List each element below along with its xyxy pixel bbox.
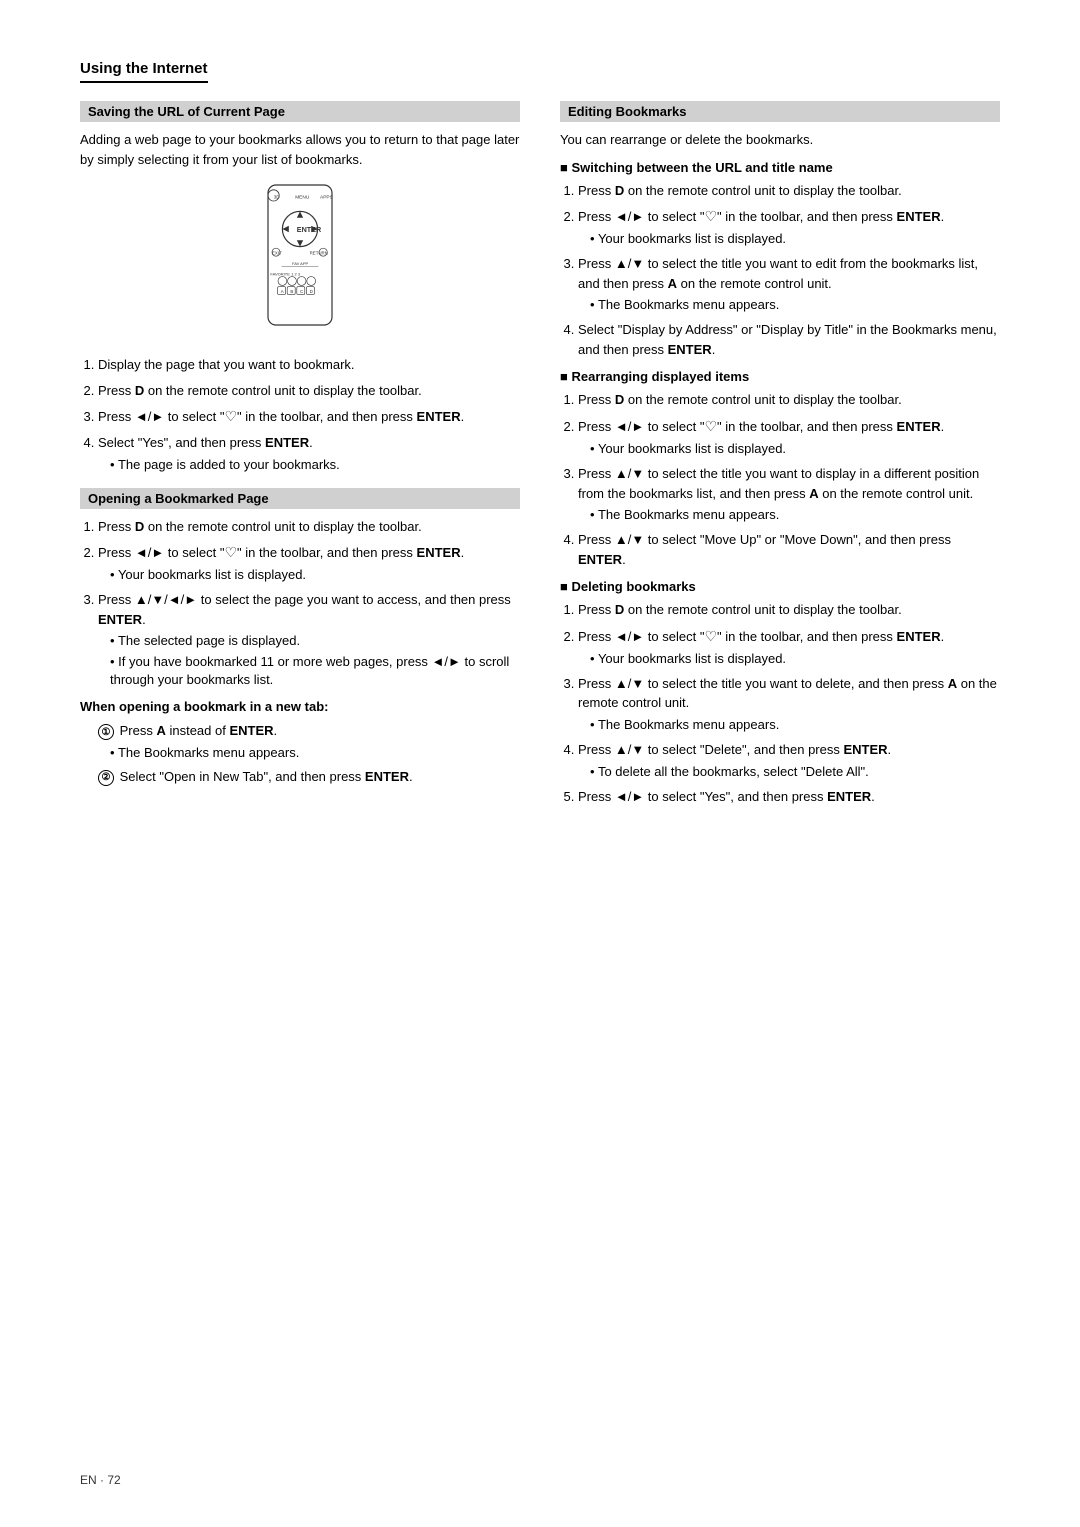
deleting-step-5: Press ◄/► to select "Yes", and then pres… <box>578 787 1000 807</box>
saving-step-1: Display the page that you want to bookma… <box>98 355 520 375</box>
svg-text:B: B <box>290 289 293 294</box>
deleting-step3-bullet1: The Bookmarks menu appears. <box>590 716 1000 734</box>
when-opening-block: When opening a bookmark in a new tab: ① … <box>80 697 520 787</box>
rearranging-step-3: Press ▲/▼ to select the title you want t… <box>578 464 1000 524</box>
switching-step-4: Select "Display by Address" or "Display … <box>578 320 1000 359</box>
opening-step-1: Press D on the remote control unit to di… <box>98 517 520 537</box>
opening-step-2: Press ◄/► to select "♡" in the toolbar, … <box>98 542 520 584</box>
rearranging-step3-bullets: The Bookmarks menu appears. <box>578 506 1000 524</box>
svg-text:FAVORITE: FAVORITE <box>270 271 290 276</box>
opening-step3-bullet1: The selected page is displayed. <box>110 632 520 650</box>
deleting-step-2: Press ◄/► to select "♡" in the toolbar, … <box>578 626 1000 668</box>
editing-section-header: Editing Bookmarks <box>560 101 1000 122</box>
svg-text:EXIT: EXIT <box>272 251 282 256</box>
when-opening-steps: ① Press A instead of ENTER. The Bookmark… <box>80 721 520 786</box>
page: Using the Internet Saving the URL of Cur… <box>0 0 1080 1527</box>
left-column: Saving the URL of Current Page Adding a … <box>80 101 520 814</box>
deleting-step-1: Press D on the remote control unit to di… <box>578 600 1000 620</box>
deleting-subsection-title: Deleting bookmarks <box>560 579 1000 594</box>
saving-section-header: Saving the URL of Current Page <box>80 101 520 122</box>
switching-step2-bullets: Your bookmarks list is displayed. <box>578 230 1000 248</box>
switching-step2-bullet1: Your bookmarks list is displayed. <box>590 230 1000 248</box>
deleting-step2-bullets: Your bookmarks list is displayed. <box>578 650 1000 668</box>
remote-svg: 3D MENU APPS ENTER EXIT RETURN <box>210 181 390 341</box>
saving-step4-bullet1: The page is added to your bookmarks. <box>110 456 520 474</box>
saving-intro: Adding a web page to your bookmarks allo… <box>80 130 520 169</box>
when-opening-title: When opening a bookmark in a new tab: <box>80 697 520 717</box>
remote-image: 3D MENU APPS ENTER EXIT RETURN <box>80 181 520 341</box>
rearranging-step3-bullet1: The Bookmarks menu appears. <box>590 506 1000 524</box>
opening-step2-bullets: Your bookmarks list is displayed. <box>98 566 520 584</box>
switching-step-3: Press ▲/▼ to select the title you want t… <box>578 254 1000 314</box>
rearranging-steps: Press D on the remote control unit to di… <box>560 390 1000 569</box>
deleting-step4-bullet1: To delete all the bookmarks, select "Del… <box>590 763 1000 781</box>
svg-text:FAV APP: FAV APP <box>292 261 308 266</box>
opening-step2-bullet1: Your bookmarks list is displayed. <box>110 566 520 584</box>
opening-step3-bullets: The selected page is displayed. If you h… <box>98 632 520 689</box>
switching-step-1: Press D on the remote control unit to di… <box>578 181 1000 201</box>
right-column: Editing Bookmarks You can rearrange or d… <box>560 101 1000 814</box>
rearranging-step-4: Press ▲/▼ to select "Move Up" or "Move D… <box>578 530 1000 569</box>
svg-text:A: A <box>281 289 284 294</box>
switching-step-2: Press ◄/► to select "♡" in the toolbar, … <box>578 206 1000 248</box>
saving-step4-bullets: The page is added to your bookmarks. <box>98 456 520 474</box>
rearranging-step2-bullet1: Your bookmarks list is displayed. <box>590 440 1000 458</box>
opening-steps: Press D on the remote control unit to di… <box>80 517 520 689</box>
page-title: Using the Internet <box>80 60 208 83</box>
two-column-layout: Saving the URL of Current Page Adding a … <box>80 101 1000 814</box>
svg-text:D: D <box>310 289 313 294</box>
rearranging-subsection-title: Rearranging displayed items <box>560 369 1000 384</box>
saving-step-4: Select "Yes", and then press ENTER. The … <box>98 433 520 474</box>
circled-2: ② <box>98 770 114 786</box>
deleting-step4-bullets: To delete all the bookmarks, select "Del… <box>578 763 1000 781</box>
rearranging-step2-bullets: Your bookmarks list is displayed. <box>578 440 1000 458</box>
deleting-step2-bullet1: Your bookmarks list is displayed. <box>590 650 1000 668</box>
footer: EN · 72 <box>80 1473 121 1487</box>
switching-step3-bullet1: The Bookmarks menu appears. <box>590 296 1000 314</box>
when-opening-item1-bullets: The Bookmarks menu appears. <box>98 744 520 762</box>
saving-step-2: Press D on the remote control unit to di… <box>98 381 520 401</box>
rearranging-step-1: Press D on the remote control unit to di… <box>578 390 1000 410</box>
saving-step-3: Press ◄/► to select "♡" in the toolbar, … <box>98 406 520 427</box>
when-opening-item-2: ② Select "Open in New Tab", and then pre… <box>98 767 520 787</box>
svg-text:C: C <box>300 289 303 294</box>
editing-intro: You can rearrange or delete the bookmark… <box>560 130 1000 150</box>
circled-1: ① <box>98 724 114 740</box>
switching-step3-bullets: The Bookmarks menu appears. <box>578 296 1000 314</box>
deleting-step3-bullets: The Bookmarks menu appears. <box>578 716 1000 734</box>
opening-section-header: Opening a Bookmarked Page <box>80 488 520 509</box>
deleting-step-4: Press ▲/▼ to select "Delete", and then p… <box>578 740 1000 781</box>
switching-steps: Press D on the remote control unit to di… <box>560 181 1000 360</box>
deleting-steps: Press D on the remote control unit to di… <box>560 600 1000 806</box>
opening-step-3: Press ▲/▼/◄/► to select the page you wan… <box>98 590 520 689</box>
svg-text:RETURN: RETURN <box>310 251 328 256</box>
deleting-step-3: Press ▲/▼ to select the title you want t… <box>578 674 1000 734</box>
when-opening-item1-bullet1: The Bookmarks menu appears. <box>110 744 520 762</box>
svg-text:1 2 3: 1 2 3 <box>291 271 301 276</box>
saving-steps: Display the page that you want to bookma… <box>80 355 520 474</box>
switching-subsection-title: Switching between the URL and title name <box>560 160 1000 175</box>
svg-text:MENU: MENU <box>295 195 310 201</box>
svg-text:APPS: APPS <box>320 195 333 201</box>
svg-text:ENTER: ENTER <box>297 225 322 234</box>
rearranging-step-2: Press ◄/► to select "♡" in the toolbar, … <box>578 416 1000 458</box>
when-opening-item-1: ① Press A instead of ENTER. The Bookmark… <box>98 721 520 762</box>
opening-step3-bullet2: If you have bookmarked 11 or more web pa… <box>110 653 520 689</box>
